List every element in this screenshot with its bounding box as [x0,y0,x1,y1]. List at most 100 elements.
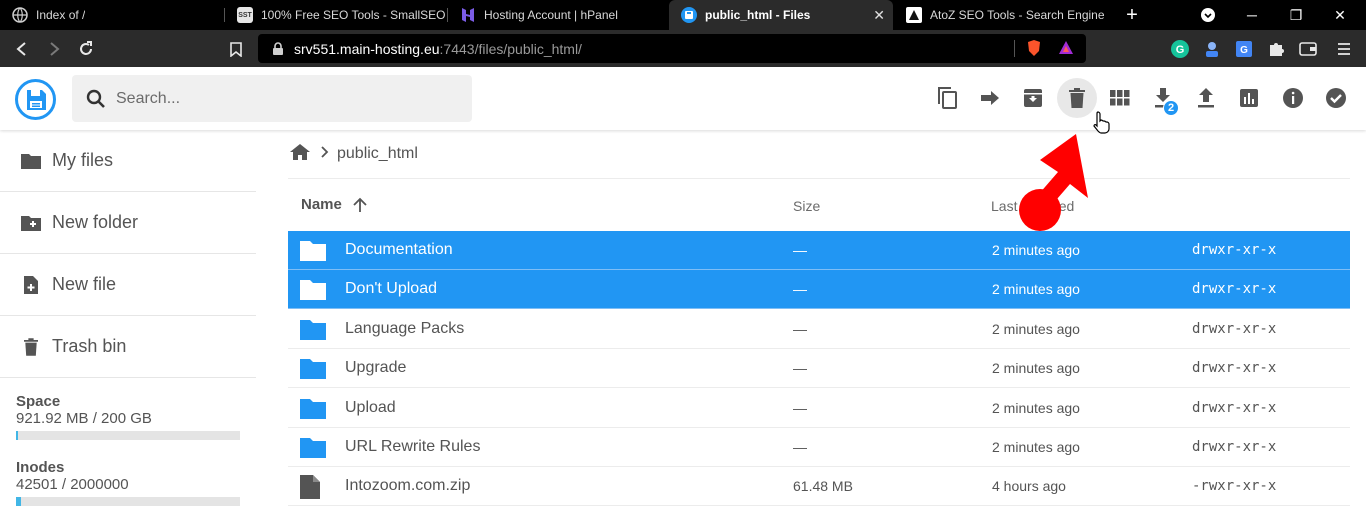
forward-arrow-icon [50,42,60,56]
folder-icon [299,317,327,341]
space-usage: Space 921.92 MB / 200 GB [16,393,240,440]
grammarly-extension-icon[interactable]: G [1170,39,1190,59]
tab-atoz-seo-tools[interactable]: AtoZ SEO Tools - Search Engine Optimizat… [894,0,1110,30]
file-size: 61.48 MB [793,478,853,495]
file-listing: Name Size Last modified Documentation — 2 … [288,178,1350,508]
wallet-icon[interactable] [1298,39,1318,59]
file-name: Intozoom.com.zip [345,477,471,495]
sidebar-item-new-folder[interactable]: New folder [0,192,256,254]
tab-smallseotools[interactable]: SST 100% Free SEO Tools - SmallSEOTools [225,0,447,30]
file-size: — [793,360,807,377]
brave-shield-icon[interactable] [1026,39,1042,60]
reload-button[interactable] [75,38,97,60]
extensions-puzzle-icon[interactable] [1266,39,1286,59]
globe-icon [12,7,28,23]
translate-extension-icon[interactable]: G [1234,39,1254,59]
tab-search-button[interactable] [1188,0,1228,30]
sort-arrow-up-icon [353,197,367,212]
file-size: — [793,399,807,416]
file-size: — [793,320,807,337]
files-favicon-icon [681,7,697,23]
create-folder-icon [20,212,42,234]
download-button[interactable]: 2 [1143,78,1183,118]
bookmark-icon [230,41,242,57]
sidebar: My files New folder New file Trash bin S… [0,130,256,521]
search-box[interactable] [72,75,472,122]
folder-icon [299,435,327,459]
minimize-button[interactable]: ─ [1232,0,1272,30]
file-manager-header: 2 [0,67,1366,130]
info-button[interactable] [1273,78,1313,118]
tab-public-html-files[interactable]: public_html - Files ✕ [669,0,893,30]
column-name: Name [301,196,342,213]
column-size[interactable]: Size [793,198,820,214]
brave-rewards-icon[interactable] [1058,40,1074,59]
file-permissions: drwxr-xr-x [1192,242,1277,258]
tab-title: 100% Free SEO Tools - SmallSEOTools [261,8,445,22]
file-modified: 2 minutes ago [992,281,1080,298]
home-icon[interactable] [289,143,311,166]
sidebar-item-label: My files [52,150,114,170]
address-bar[interactable]: srv551.main-hosting.eu:7443/files/public… [258,34,1086,63]
sidebar-item-my-files[interactable]: My files [0,130,256,192]
breadcrumb: public_html [289,142,418,166]
tab-title: Index of / [36,8,86,22]
file-permissions: -rwxr-xr-x [1192,478,1277,495]
folder-icon [299,356,327,380]
close-tab-icon[interactable]: ✕ [873,7,885,24]
copy-button[interactable] [927,78,967,118]
file-name: URL Rewrite Rules [345,438,481,455]
tab-index-of[interactable]: Index of / [0,0,224,30]
check-circle-icon [1326,88,1346,108]
archive-button[interactable] [1013,78,1053,118]
table-row[interactable]: Don't Upload — 2 minutes ago drwxr-xr-x [288,270,1350,310]
forward-button[interactable] [43,38,65,60]
table-row[interactable]: Upload — 2 minutes ago drwxr-xr-x [288,389,1350,428]
upload-button[interactable] [1186,78,1226,118]
red-arrow-annotation-icon [1019,134,1088,231]
floppy-disk-icon [26,89,46,110]
file-permissions: drwxr-xr-x [1192,281,1277,298]
sidebar-item-trash-bin[interactable]: Trash bin [0,316,256,378]
select-all-button[interactable] [1316,78,1356,118]
file-name: Don't Upload [345,280,437,298]
search-input[interactable] [116,89,456,108]
menu-icon[interactable] [1334,39,1354,59]
inodes-value: 42501 / 2000000 [16,476,129,493]
usage-stats-button[interactable] [1229,78,1269,118]
file-modified: 2 minutes ago [992,360,1080,377]
folder-icon [299,238,327,262]
table-row[interactable]: Documentation — 2 minutes ago drwxr-xr-x [288,231,1350,270]
lock-icon [273,41,283,55]
sort-by-name[interactable]: Name [301,196,368,213]
delete-button[interactable] [1057,78,1097,118]
tab-hpanel[interactable]: Hosting Account | hPanel [448,0,668,30]
file-permissions: drwxr-xr-x [1192,360,1277,377]
breadcrumb-current[interactable]: public_html [337,145,418,163]
file-manager-logo[interactable] [15,79,56,120]
tab-title: Hosting Account | hPanel [484,8,618,22]
restore-button[interactable]: ❐ [1276,0,1316,30]
back-button[interactable] [11,38,33,60]
table-row[interactable]: Upgrade — 2 minutes ago drwxr-xr-x [288,349,1350,389]
file-size: — [793,281,807,298]
inodes-progress-fill [16,497,21,506]
sidebar-item-new-file[interactable]: New file [0,254,256,316]
create-file-icon [20,274,42,296]
sidebar-item-label: New folder [52,212,139,232]
inodes-progress-bar [16,497,240,506]
bookmark-button[interactable] [225,38,247,60]
new-tab-button[interactable]: + [1112,0,1152,30]
user-extension-icon[interactable] [1202,39,1222,59]
table-row[interactable]: Intozoom.com.zip 61.48 MB 4 hours ago -rwxr… [288,467,1350,507]
move-button[interactable] [970,78,1010,118]
space-value: 921.92 MB / 200 GB [16,410,152,427]
table-row[interactable]: URL Rewrite Rules — 2 minutes ago drwxr-xr-… [288,428,1350,467]
space-progress-bar [16,431,240,440]
browser-toolbar: srv551.main-hosting.eu:7443/files/public… [0,30,1366,67]
table-row[interactable]: Language Packs — 2 minutes ago drwxr-xr-x [288,310,1350,349]
close-window-button[interactable]: ✕ [1320,0,1360,30]
file-size: — [793,439,807,455]
url-path: :7443/files/public_html/ [439,40,582,57]
space-label: Space [16,393,61,410]
